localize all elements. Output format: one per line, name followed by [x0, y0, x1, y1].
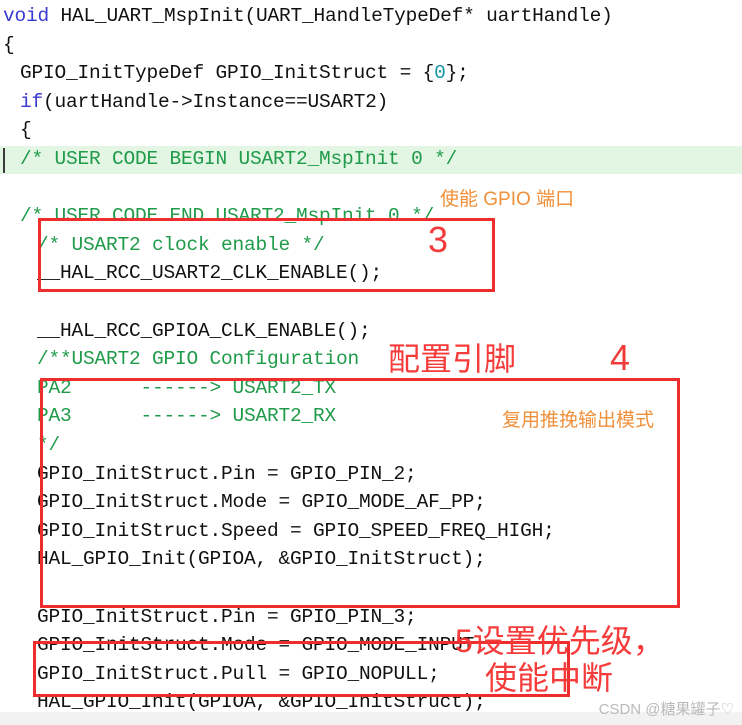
code-line[interactable]: /* USER CODE BEGIN USART2_MspInit 0 */ — [0, 145, 742, 174]
code-token: { — [3, 33, 15, 56]
code-token: /* USER CODE END USART2_MspInit 0 */ — [20, 205, 435, 228]
code-line[interactable]: __HAL_RCC_GPIOA_CLK_ENABLE(); — [0, 317, 742, 346]
csdn-watermark: CSDN @糖果罐子♡ — [598, 701, 734, 718]
code-line[interactable] — [0, 288, 742, 317]
code-editor-surface[interactable]: void HAL_UART_MspInit(UART_HandleTypeDef… — [0, 0, 742, 718]
code-line[interactable]: /* USER CODE END USART2_MspInit 0 */ — [0, 202, 742, 231]
code-line[interactable]: __HAL_RCC_USART2_CLK_ENABLE(); — [0, 259, 742, 288]
code-token: /* USER CODE BEGIN USART2_MspInit 0 */ — [20, 148, 458, 170]
code-line[interactable]: GPIO_InitStruct.Mode = GPIO_MODE_AF_PP; — [0, 488, 742, 517]
code-token: 0 — [434, 62, 446, 85]
code-line[interactable]: /**USART2 GPIO Configuration — [0, 345, 742, 374]
code-token: */ — [37, 434, 61, 456]
code-line[interactable]: void HAL_UART_MspInit(UART_HandleTypeDef… — [0, 2, 742, 31]
code-line[interactable]: GPIO_InitTypeDef GPIO_InitStruct = {0}; — [0, 59, 742, 88]
code-line[interactable]: { — [0, 116, 742, 145]
code-token: __HAL_RCC_GPIOA_CLK_ENABLE(); — [37, 319, 371, 342]
code-token: /* USART2 clock enable */ — [37, 233, 325, 256]
code-token: GPIO_InitStruct.Mode = GPIO_MODE_INPUT; — [37, 634, 486, 657]
code-token: GPIO_InitStruct.Pin = GPIO_PIN_3; — [37, 605, 417, 628]
code-token: HAL_GPIO_Init(GPIOA, &GPIO_InitStruct); — [37, 691, 486, 714]
code-token: GPIO_InitStruct.Speed = GPIO_SPEED_FREQ_… — [37, 519, 555, 542]
code-line[interactable]: if(uartHandle->Instance==USART2) — [0, 88, 742, 117]
code-line[interactable]: GPIO_InitStruct.Pull = GPIO_NOPULL; — [0, 660, 742, 689]
code-line[interactable]: PA3 ------> USART2_RX — [0, 402, 742, 431]
code-line[interactable] — [0, 574, 742, 603]
code-line[interactable]: { — [0, 31, 742, 60]
code-token: HAL_GPIO_Init(GPIOA, &GPIO_InitStruct); — [37, 548, 486, 571]
code-line[interactable]: GPIO_InitStruct.Pin = GPIO_PIN_3; — [0, 603, 742, 632]
code-token: GPIO_InitStruct.Pin = GPIO_PIN_2; — [37, 462, 417, 485]
code-token: /**USART2 GPIO Configuration — [37, 348, 360, 371]
code-line[interactable]: */ — [0, 431, 742, 460]
code-token: { — [20, 119, 32, 142]
code-line[interactable]: HAL_GPIO_Init(GPIOA, &GPIO_InitStruct); — [0, 545, 742, 574]
code-token: void — [3, 5, 50, 27]
code-token: GPIO_InitStruct.Pull = GPIO_NOPULL; — [37, 662, 440, 685]
code-token: if — [20, 90, 44, 113]
code-line[interactable]: GPIO_InitStruct.Speed = GPIO_SPEED_FREQ_… — [0, 517, 742, 546]
code-token: }; — [445, 62, 469, 85]
code-token: GPIO_InitStruct.Mode = GPIO_MODE_AF_PP; — [37, 491, 486, 514]
code-line[interactable] — [0, 174, 742, 203]
screenshot-root: void HAL_UART_MspInit(UART_HandleTypeDef… — [0, 0, 742, 725]
code-line[interactable]: GPIO_InitStruct.Pin = GPIO_PIN_2; — [0, 460, 742, 489]
code-line[interactable]: /* USART2 clock enable */ — [0, 231, 742, 260]
code-token: PA3 ------> USART2_RX — [37, 405, 337, 428]
code-token: PA2 ------> USART2_TX — [37, 376, 337, 399]
code-line[interactable]: PA2 ------> USART2_TX — [0, 374, 742, 403]
code-line[interactable]: GPIO_InitStruct.Mode = GPIO_MODE_INPUT; — [0, 631, 742, 660]
code-token: GPIO_InitTypeDef GPIO_InitStruct = { — [20, 62, 435, 85]
code-token: __HAL_RCC_USART2_CLK_ENABLE(); — [37, 262, 383, 285]
code-token: HAL_UART_MspInit(UART_HandleTypeDef* uar… — [49, 5, 613, 27]
code-token: (uartHandle->Instance==USART2) — [43, 90, 389, 113]
